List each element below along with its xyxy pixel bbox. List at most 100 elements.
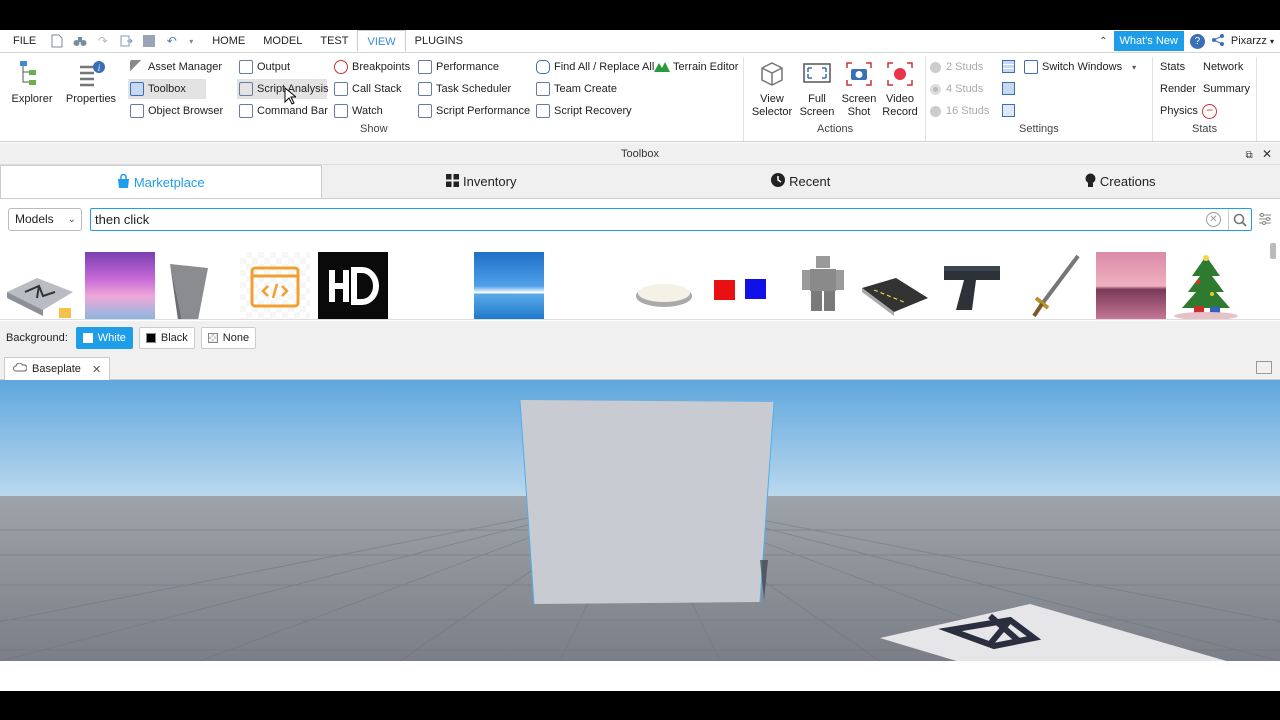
call-stack-icon	[334, 82, 348, 96]
black-swatch-icon	[145, 333, 156, 343]
tab-recent[interactable]: Recent	[641, 165, 961, 198]
clear-search-icon[interactable]: ✕	[1206, 212, 1221, 227]
asset-tile[interactable]	[240, 252, 310, 319]
breakpoints-button[interactable]: Breakpoints	[332, 57, 412, 77]
asset-tile[interactable]	[5, 252, 75, 319]
asset-tile[interactable]	[630, 252, 700, 319]
search-input[interactable]	[91, 209, 1191, 230]
grid-icon[interactable]	[1002, 82, 1015, 95]
share-icon[interactable]	[1211, 33, 1225, 50]
tab-marketplace[interactable]: Marketplace	[0, 165, 322, 198]
switch-windows-button[interactable]: Switch Windows ▾	[1022, 57, 1138, 77]
asset-tile[interactable]	[318, 252, 388, 319]
binoculars-icon[interactable]	[72, 34, 87, 49]
background-none-button[interactable]: None	[200, 327, 257, 349]
tab-model[interactable]: MODEL	[254, 30, 311, 52]
grid-icon[interactable]	[1002, 60, 1015, 73]
watch-icon	[334, 104, 348, 118]
call-stack-button[interactable]: Call Stack	[332, 79, 404, 99]
undo-dropdown-icon[interactable]: ▾	[187, 34, 195, 49]
search-button[interactable]	[1228, 209, 1251, 230]
network-label: Network	[1203, 61, 1244, 73]
tab-plugins[interactable]: PLUGINS	[406, 30, 472, 52]
asset-tile[interactable]	[160, 252, 230, 319]
studs-2-radio[interactable]: 2 Studs	[928, 57, 985, 77]
script-recovery-button[interactable]: Script Recovery	[534, 101, 634, 121]
network-button[interactable]: Network	[1201, 57, 1245, 77]
full-screen-button[interactable]: Full Screen	[798, 58, 836, 119]
output-button[interactable]: Output	[237, 57, 292, 77]
asset-tile[interactable]	[1020, 252, 1090, 319]
stats-button[interactable]: Stats	[1158, 57, 1187, 77]
tab-inventory-label: Inventory	[463, 174, 517, 189]
render-button[interactable]: Render	[1158, 79, 1198, 99]
tab-baseplate[interactable]: Baseplate ✕	[4, 357, 111, 380]
close-icon[interactable]: ✕	[92, 363, 101, 376]
help-icon[interactable]: ?	[1189, 33, 1205, 49]
file-menu[interactable]: FILE	[0, 30, 45, 52]
asset-tile[interactable]	[1096, 252, 1166, 319]
background-white-label: White	[97, 332, 126, 344]
screen-shot-button[interactable]: Screen Shot	[840, 58, 878, 119]
tab-inventory[interactable]: Inventory	[322, 165, 642, 198]
terrain-editor-button[interactable]: Terrain Editor	[652, 57, 740, 77]
asset-tile[interactable]	[790, 252, 860, 319]
split-view-icon[interactable]	[1256, 361, 1272, 374]
toolbox-button[interactable]: Toolbox	[128, 79, 206, 99]
user-menu[interactable]: Pixarzz ▾	[1231, 35, 1274, 47]
explorer-button[interactable]: Explorer	[10, 58, 54, 106]
3d-viewport[interactable]	[0, 380, 1280, 661]
asset-tile[interactable]	[1172, 252, 1242, 319]
tab-test[interactable]: TEST	[311, 30, 357, 52]
asset-tile[interactable]	[860, 252, 930, 319]
view-selector-label-1: View	[760, 93, 784, 105]
tab-view[interactable]: VIEW	[357, 30, 406, 52]
part-block[interactable]	[520, 400, 774, 604]
object-browser-button[interactable]: Object Browser	[128, 101, 225, 121]
menu-bar: FILE ↷ ↶ ▾ HOME MODEL TEST VIEW PLUGINS …	[0, 30, 1280, 52]
tab-creations[interactable]: Creations	[961, 165, 1280, 198]
team-create-button[interactable]: Team Create	[534, 79, 619, 99]
studs-16-radio[interactable]: 16 Studs	[928, 101, 991, 121]
script-analysis-button[interactable]: Script Analysis	[237, 79, 329, 99]
new-file-icon[interactable]	[49, 34, 64, 49]
grid-icon[interactable]	[1002, 104, 1015, 117]
command-bar-icon	[239, 104, 253, 118]
background-selector: Background: White Black None	[0, 321, 1280, 355]
redo-icon[interactable]: ↷	[95, 34, 110, 49]
tab-home[interactable]: HOME	[203, 30, 254, 52]
physics-button[interactable]: Physics	[1158, 101, 1200, 121]
whats-new-button[interactable]: What's New	[1113, 31, 1184, 51]
properties-button[interactable]: i Properties	[64, 58, 118, 106]
find-replace-button[interactable]: Find All / Replace All	[534, 57, 656, 77]
close-icon[interactable]: ✕	[1262, 147, 1272, 161]
filter-icon[interactable]	[1258, 212, 1272, 229]
background-white-button[interactable]: White	[75, 327, 133, 349]
asset-tile[interactable]	[940, 252, 1010, 319]
category-dropdown[interactable]: Models ⌄	[8, 208, 82, 231]
view-selector-button[interactable]: View Selector	[750, 58, 794, 119]
undo-icon[interactable]: ↶	[164, 34, 179, 49]
asset-tile[interactable]	[474, 252, 544, 319]
watch-button[interactable]: Watch	[332, 101, 385, 121]
background-black-button[interactable]: Black	[138, 327, 195, 349]
clear-stats-icon[interactable]: −	[1202, 104, 1217, 119]
video-record-button[interactable]: Video Record	[881, 58, 919, 119]
studs-4-radio[interactable]: 4 Studs	[928, 79, 985, 99]
summary-button[interactable]: Summary	[1201, 79, 1252, 99]
asset-tile[interactable]	[705, 252, 775, 319]
publish-icon[interactable]	[118, 34, 133, 49]
switch-windows-label: Switch Windows	[1042, 61, 1123, 73]
stop-icon[interactable]	[141, 34, 156, 49]
undock-icon[interactable]: ⧉	[1245, 150, 1252, 161]
view-selector-icon	[756, 58, 788, 90]
script-performance-button[interactable]: Script Performance	[416, 101, 532, 121]
ribbon-divider	[1152, 57, 1153, 141]
asset-tile[interactable]	[85, 252, 155, 319]
collapse-ribbon-icon[interactable]: ⌃	[1099, 36, 1107, 47]
task-scheduler-button[interactable]: Task Scheduler	[416, 79, 513, 99]
scrollbar[interactable]	[1270, 243, 1276, 259]
asset-manager-button[interactable]: Asset Manager	[128, 57, 224, 77]
performance-icon	[418, 60, 432, 74]
performance-button[interactable]: Performance	[416, 57, 501, 77]
